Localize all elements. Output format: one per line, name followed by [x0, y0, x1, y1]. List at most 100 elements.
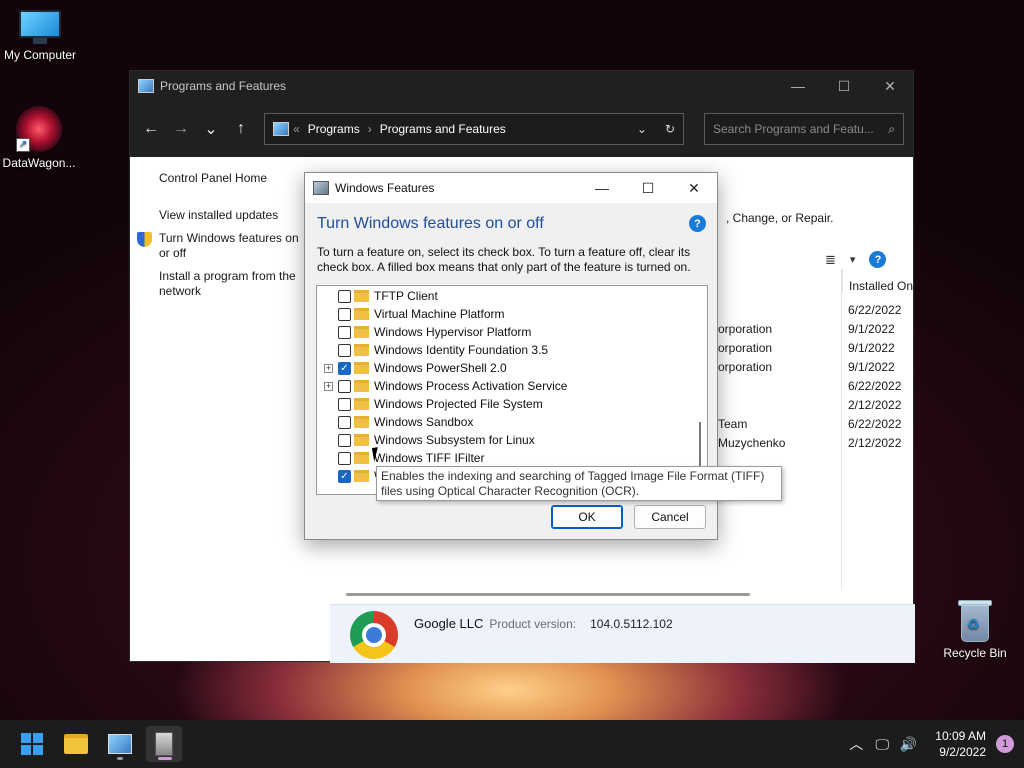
sidebar: Control Panel Home View installed update… [130, 157, 310, 313]
table-cell-publisher [718, 397, 785, 416]
maximize-button[interactable]: ☐ [821, 71, 867, 101]
feature-row[interactable]: Windows Projected File System [317, 395, 543, 413]
desktop-icon-my-computer[interactable]: My Computer [0, 10, 80, 62]
up-button[interactable]: ↑ [226, 114, 256, 144]
view-options-icon[interactable]: ≣ [825, 252, 836, 268]
window-titlebar[interactable]: Programs and Features — ☐ ✕ [130, 71, 913, 101]
feature-row[interactable]: TFTP Client [317, 287, 438, 305]
breadcrumb-programs-and-features[interactable]: Programs and Features [380, 122, 506, 136]
feature-row[interactable]: + ✓ Windows PowerShell 2.0 [317, 359, 507, 377]
sidebar-link-install-from-network[interactable]: Install a program from the network [159, 269, 309, 299]
desktop-icon-recycle-bin[interactable]: ♻ Recycle Bin [935, 598, 1015, 660]
minimize-button[interactable]: — [775, 71, 821, 101]
expand-icon[interactable]: + [324, 363, 333, 373]
feature-checkbox[interactable] [338, 343, 351, 357]
feature-row[interactable]: Windows Identity Foundation 3.5 [317, 341, 548, 359]
breadcrumb-separator: › [367, 122, 372, 136]
dialog-close-button[interactable]: ✕ [671, 173, 717, 203]
desktop-icon-datawagon[interactable]: ↗ DataWagon... [0, 106, 79, 170]
system-tray: ︿ 🖵 🔊 10:09 AM 9/2/2022 1 [843, 720, 1024, 768]
search-icon[interactable]: ⌕ [888, 122, 895, 137]
sidebar-link-installed-updates[interactable]: View installed updates [159, 208, 310, 223]
dialog-help-icon[interactable]: ? [689, 215, 706, 232]
datawagon-logo-icon: ↗ [16, 106, 62, 152]
cancel-button[interactable]: Cancel [634, 505, 706, 529]
feature-checkbox[interactable] [338, 397, 351, 411]
feature-checkbox-checked[interactable]: ✓ [338, 469, 351, 483]
view-dropdown-icon[interactable]: ▾ [850, 253, 856, 266]
feature-row[interactable]: Windows TIFF IFilter [317, 449, 484, 467]
tree-scrollbar[interactable] [699, 422, 701, 466]
feature-checkbox[interactable] [338, 307, 351, 321]
feature-row[interactable]: Virtual Machine Platform [317, 305, 505, 323]
feature-label: Windows Identity Foundation 3.5 [374, 343, 549, 357]
taskbar-file-explorer[interactable] [58, 726, 94, 762]
forward-button[interactable]: → [166, 114, 196, 144]
windows-features-icon [313, 181, 329, 195]
features-tree: TFTP Client Virtual Machine Platform Win… [316, 285, 708, 495]
details-product-version-label: Product version: [489, 617, 577, 631]
expand-icon[interactable]: + [324, 381, 333, 391]
breadcrumb-programs[interactable]: Programs [308, 122, 360, 136]
dialog-titlebar[interactable]: Windows Features — ☐ ✕ [305, 173, 717, 203]
recent-locations-button[interactable]: ⌄ [196, 114, 226, 144]
refresh-button[interactable]: ↻ [665, 122, 675, 136]
column-divider [841, 269, 842, 589]
folder-icon [354, 380, 369, 392]
dialog-title: Windows Features [335, 181, 435, 195]
taskbar-control-panel[interactable] [102, 726, 138, 762]
sidebar-link-control-panel-home[interactable]: Control Panel Home [159, 171, 310, 186]
table-cell-publisher: orporation [718, 341, 773, 355]
feature-row[interactable]: Windows Hypervisor Platform [317, 323, 531, 341]
feature-label: Windows Hypervisor Platform [374, 325, 532, 339]
feature-checkbox[interactable] [338, 433, 351, 447]
taskbar-installer[interactable] [146, 726, 182, 762]
table-cell-date: 2/12/2022 [848, 436, 902, 450]
column-header-installed-on[interactable]: Installed On [842, 269, 914, 293]
running-indicator [117, 757, 123, 760]
feature-checkbox[interactable] [338, 289, 351, 303]
feature-checkbox[interactable] [338, 325, 351, 339]
feature-label: Windows Projected File System [374, 397, 543, 411]
feature-tooltip: Enables the indexing and searching of Ta… [376, 466, 782, 501]
close-button[interactable]: ✕ [867, 71, 913, 101]
feature-checkbox-checked[interactable]: ✓ [338, 361, 351, 375]
folder-icon [354, 416, 369, 428]
feature-row[interactable]: + Windows Process Activation Service [317, 377, 567, 395]
start-button[interactable] [14, 726, 50, 762]
help-icon[interactable]: ? [869, 251, 887, 268]
search-input[interactable]: Search Programs and Featu... ⌕ [704, 113, 904, 145]
horizontal-scrollbar[interactable] [346, 593, 750, 596]
sidebar-link-windows-features[interactable]: Turn Windows features on or off [137, 231, 310, 261]
folder-icon [354, 326, 369, 338]
feature-checkbox[interactable] [338, 379, 351, 393]
notification-badge[interactable]: 1 [996, 735, 1014, 753]
feature-label: Windows Process Activation Service [374, 379, 568, 393]
breadcrumb-overflow[interactable]: « [293, 122, 300, 136]
feature-checkbox[interactable] [338, 451, 351, 465]
search-placeholder: Search Programs and Featu... [713, 122, 874, 136]
dialog-maximize-button[interactable]: ☐ [625, 173, 671, 203]
control-panel-icon [138, 79, 154, 93]
back-button[interactable]: ← [136, 114, 166, 144]
installed-on-column: 6/22/2022 9/1/2022 9/1/2022 9/1/2022 6/2… [848, 302, 901, 454]
folder-icon [354, 452, 369, 464]
taskbar-clock[interactable]: 10:09 AM 9/2/2022 [935, 728, 986, 760]
volume-icon[interactable]: 🔊 [895, 736, 921, 753]
feature-row[interactable]: Windows Subsystem for Linux [317, 431, 535, 449]
dialog-minimize-button[interactable]: — [579, 173, 625, 203]
feature-checkbox[interactable] [338, 415, 351, 429]
ok-button[interactable]: OK [551, 505, 623, 529]
folder-icon [354, 362, 369, 374]
feature-row[interactable]: Windows Sandbox [317, 413, 473, 431]
show-hidden-icons-chevron-icon[interactable]: ︿ [843, 734, 869, 754]
folder-icon [354, 470, 369, 482]
desktop-icon-label: Recycle Bin [943, 646, 1007, 660]
address-dropdown-button[interactable]: ⌄ [637, 122, 647, 136]
dialog-heading: Turn Windows features on or off [317, 215, 544, 232]
navigation-bar: ← → ⌄ ↑ « Programs › Programs and Featur… [130, 101, 913, 157]
table-cell-date: 9/1/2022 [848, 341, 895, 355]
control-panel-icon [108, 734, 132, 754]
address-bar[interactable]: « Programs › Programs and Features ⌄ ↻ [264, 113, 684, 145]
network-icon[interactable]: 🖵 [869, 736, 895, 753]
